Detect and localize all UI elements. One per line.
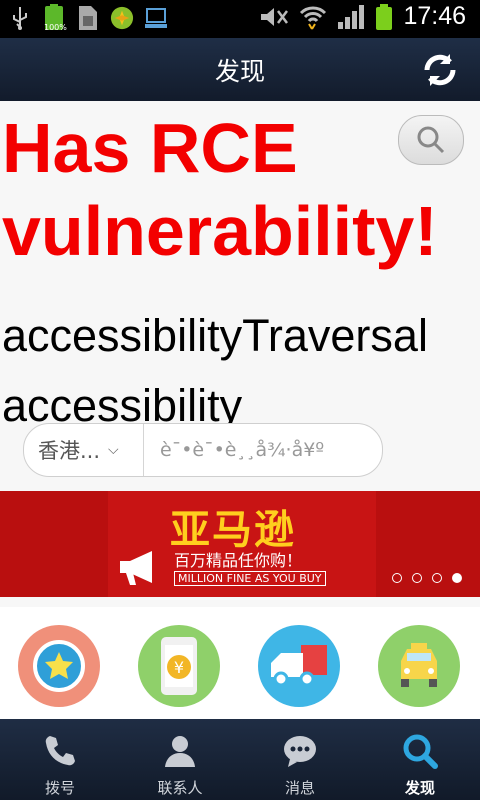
- banner-english: MILLION FINE AS YOU BUY: [174, 571, 326, 586]
- usb-icon: [8, 4, 32, 32]
- system-icons: 17:46: [259, 2, 466, 31]
- contacts-icon: [165, 736, 195, 767]
- tab-messages[interactable]: 消息: [240, 719, 360, 800]
- battery-full-icon: 100%: [42, 4, 67, 32]
- bottom-tab-bar: 拨号 联系人 消息 发现: [0, 719, 480, 800]
- battery-icon: [376, 3, 393, 30]
- banner-subtitle: 百万精品任你购！: [174, 551, 303, 570]
- megaphone-icon: [120, 551, 152, 585]
- accessibility-text: accessibilityTraversal accessibility: [2, 310, 428, 431]
- region-value: 香港...: [38, 439, 101, 463]
- phone-icon: [45, 736, 75, 766]
- search-icon: [403, 734, 438, 769]
- battery-percent: 100%: [44, 23, 67, 32]
- sim-icon: [76, 4, 100, 32]
- star-icon: [33, 640, 85, 692]
- search-button[interactable]: [398, 115, 464, 165]
- carousel-dot[interactable]: [432, 573, 442, 583]
- alert-text: Has RCE vulnerability!: [2, 109, 438, 270]
- wifi-icon: [300, 6, 327, 30]
- computer-icon: [144, 4, 168, 32]
- search-bar: 香港... ⌵ è¯•è¯•è¸¸å¾·å¥º: [23, 423, 383, 477]
- feature-payment[interactable]: ¥: [138, 625, 220, 707]
- notification-icons: 100%: [8, 4, 168, 32]
- app-header: 发现: [0, 38, 480, 101]
- search-icon: [417, 126, 445, 154]
- banner-image: 亚马逊 百万精品任你购！ MILLION FINE AS YOU BUY: [108, 491, 376, 597]
- refresh-button[interactable]: [420, 50, 460, 90]
- refresh-icon: [424, 54, 456, 86]
- feature-grid: ¥: [0, 607, 480, 719]
- taxi-icon: [401, 643, 437, 687]
- tab-label: 发现: [404, 779, 435, 797]
- search-input[interactable]: è¯•è¯•è¸¸å¾·å¥º: [144, 439, 382, 461]
- feature-taxi[interactable]: [378, 625, 460, 707]
- signal-icon: [338, 4, 365, 29]
- feature-star[interactable]: [18, 625, 100, 707]
- page-title: 发现: [214, 57, 265, 86]
- yuan-icon: ¥: [161, 637, 197, 695]
- mute-icon: [261, 7, 289, 26]
- svg-text:¥: ¥: [174, 658, 184, 677]
- status-bar: 100% 17:46: [0, 0, 480, 38]
- tab-contacts[interactable]: 联系人: [120, 719, 240, 800]
- tab-label: 拨号: [44, 779, 75, 797]
- carousel-dots: [392, 573, 462, 583]
- carousel-dot[interactable]: [412, 573, 422, 583]
- tab-discover[interactable]: 发现: [360, 719, 480, 800]
- carousel-dot[interactable]: [392, 573, 402, 583]
- feature-delivery[interactable]: [258, 625, 340, 707]
- carousel-dot-active[interactable]: [452, 573, 462, 583]
- promo-banner[interactable]: 亚马逊 百万精品任你购！ MILLION FINE AS YOU BUY: [0, 491, 480, 597]
- chevron-down-icon: ⌵: [108, 442, 119, 458]
- tab-label: 消息: [284, 779, 315, 797]
- tab-dial[interactable]: 拨号: [0, 719, 120, 800]
- message-icon: [284, 736, 316, 767]
- clock: 17:46: [403, 2, 466, 30]
- discover-content: Has RCE vulnerability! accessibilityTrav…: [0, 101, 480, 719]
- region-select[interactable]: 香港... ⌵: [24, 424, 144, 476]
- tab-label: 联系人: [157, 779, 203, 797]
- truck-icon: [271, 645, 327, 687]
- game-icon: [110, 4, 134, 32]
